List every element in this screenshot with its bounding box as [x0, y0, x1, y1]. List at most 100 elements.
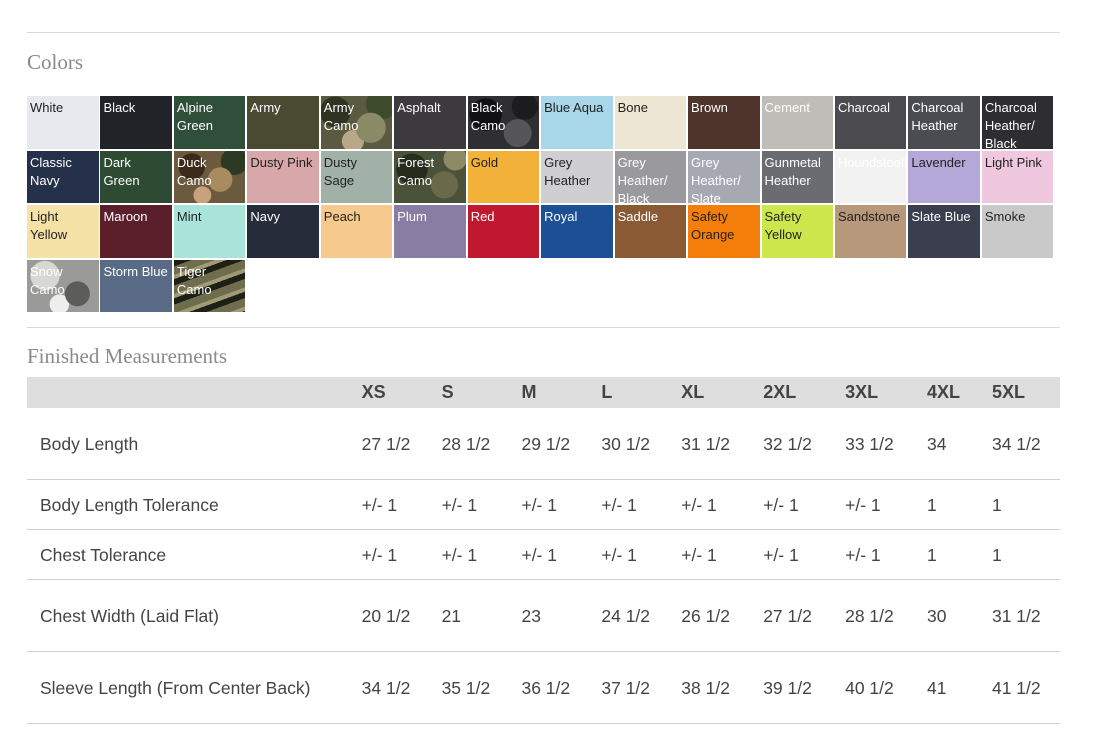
color-swatch-slate-blue[interactable]: Slate Blue — [908, 205, 980, 258]
swatch-label: Light Pink — [984, 154, 1042, 170]
color-swatch-safety-yellow[interactable]: Safety Yellow — [761, 205, 833, 258]
swatch-label: Charcoal — [837, 100, 890, 115]
size-header-5xl: 5XL — [991, 377, 1060, 408]
middle-divider — [27, 327, 1060, 328]
color-swatch-maroon[interactable]: Maroon — [100, 205, 172, 258]
color-swatch-army-camo[interactable]: Army Camo — [321, 96, 393, 149]
cell-value: 34 — [927, 408, 992, 480]
color-swatch-dusty-pink[interactable]: Dusty Pink — [247, 150, 319, 203]
color-swatch-charcoal-heather[interactable]: Charcoal Heather — [908, 96, 980, 149]
table-row: Sleeve Length (From Center Back) 34 1/2 … — [27, 651, 1060, 724]
measurements-heading: Finished Measurements — [27, 344, 228, 368]
swatch-label: Saddle — [617, 209, 659, 224]
row-label: Sleeve Length (From Center Back) — [27, 651, 362, 724]
color-swatch-bone[interactable]: Bone — [614, 96, 687, 149]
swatch-label: Sandstone — [837, 209, 901, 224]
color-swatch-grid: White Black Alpine Green Army Army Camo Aspha… — [27, 96, 1055, 313]
color-swatch-grey-heather[interactable]: Grey Heather — [541, 150, 613, 203]
swatch-label: Brown — [691, 100, 728, 115]
cell-value: 1 — [927, 529, 992, 580]
color-swatch-lavender[interactable]: Lavender — [908, 150, 980, 203]
color-swatch-charcoal-heather-black[interactable]: Charcoal Heather/ Black — [981, 96, 1054, 149]
color-swatch-forest-camo[interactable]: Forest Camo — [394, 151, 466, 203]
color-swatch-royal[interactable]: Royal — [541, 205, 613, 258]
color-swatch-gunmetal-heather[interactable]: Gunmetal Heather — [761, 150, 833, 203]
color-swatch-dark-green[interactable]: Dark Green — [100, 150, 172, 203]
swatch-label: Gold — [470, 154, 499, 170]
swatch-label: Duck Camo — [176, 154, 212, 188]
cell-value: +/- 1 — [361, 479, 442, 530]
color-swatch-tiger-camo[interactable]: Tiger Camo — [173, 259, 246, 312]
cell-value: +/- 1 — [361, 529, 442, 580]
color-swatch-red[interactable]: Red — [467, 205, 540, 258]
swatch-label: White — [30, 100, 64, 115]
color-swatch-plum[interactable]: Plum — [394, 205, 466, 258]
cell-value: 21 — [441, 579, 522, 652]
swatch-label: Army Camo — [323, 100, 359, 133]
color-swatch-blue-aqua[interactable]: Blue Aqua — [541, 96, 613, 149]
cell-value: 31 1/2 — [991, 579, 1060, 652]
cell-value: +/- 1 — [441, 529, 522, 580]
color-swatch-alpine-green[interactable]: Alpine Green — [173, 96, 246, 149]
color-swatch-peach[interactable]: Peach — [320, 205, 393, 258]
cell-value: 40 1/2 — [845, 651, 928, 724]
row-label: Body Length Tolerance — [27, 479, 362, 530]
color-swatch-army[interactable]: Army — [247, 96, 319, 149]
swatch-label: Charcoal Heather/ Black — [984, 100, 1037, 149]
cell-value: 38 1/2 — [681, 651, 764, 724]
measurements-table: XS S M L XL 2XL 3XL 4XL 5XL Body Length … — [27, 377, 1060, 724]
swatch-label: Blue Aqua — [544, 100, 604, 115]
cell-value: +/- 1 — [681, 479, 764, 530]
cell-value: +/- 1 — [521, 529, 602, 580]
color-swatch-safety-orange[interactable]: Safety Orange — [688, 205, 760, 258]
color-swatch-gold[interactable]: Gold — [467, 150, 540, 203]
cell-value: 39 1/2 — [763, 651, 846, 724]
color-swatch-sandstone[interactable]: Sandstone — [834, 205, 907, 258]
swatch-label: Storm Blue — [103, 263, 168, 279]
color-swatch-dusty-sage[interactable]: Dusty Sage — [320, 150, 393, 203]
color-swatch-mint[interactable]: Mint — [173, 205, 246, 258]
cell-value: +/- 1 — [521, 479, 602, 530]
size-header-2xl: 2XL — [763, 377, 846, 408]
size-header-3xl: 3XL — [845, 377, 928, 408]
color-swatch-duck-camo[interactable]: Duck Camo — [174, 151, 246, 203]
swatch-label: Plum — [397, 209, 427, 224]
color-swatch-grey-heather-black[interactable]: Grey Heather/ Black — [614, 150, 687, 203]
swatch-label: Light Yellow — [30, 209, 68, 242]
cell-value: 27 1/2 — [763, 579, 846, 652]
color-swatch-black-camo[interactable]: Black Camo — [468, 96, 540, 149]
swatch-label: Classic Navy — [30, 154, 72, 188]
size-header-s: S — [441, 377, 522, 408]
swatch-label: Maroon — [103, 209, 148, 224]
swatch-label: Lavender — [911, 154, 966, 170]
cell-value: 32 1/2 — [763, 408, 846, 480]
color-swatch-navy[interactable]: Navy — [247, 205, 319, 258]
color-swatch-asphalt[interactable]: Asphalt — [394, 96, 466, 149]
color-swatch-snow-camo[interactable]: Snow Camo — [27, 260, 99, 312]
color-swatch-smoke[interactable]: Smoke — [981, 205, 1054, 258]
swatch-label: Gunmetal Heather — [764, 154, 821, 188]
color-swatch-storm-blue[interactable]: Storm Blue — [100, 259, 172, 312]
color-swatch-cement[interactable]: Cement — [761, 96, 833, 149]
cell-value: +/- 1 — [763, 529, 846, 580]
cell-value: 26 1/2 — [681, 579, 764, 652]
color-swatch-black[interactable]: Black — [100, 96, 172, 149]
color-swatch-white[interactable]: White — [27, 96, 99, 149]
color-swatch-brown[interactable]: Brown — [688, 96, 760, 149]
color-swatch-light-yellow[interactable]: Light Yellow — [27, 205, 99, 258]
colors-heading: Colors — [27, 50, 84, 74]
color-swatch-charcoal[interactable]: Charcoal — [834, 96, 907, 149]
cell-value: +/- 1 — [601, 479, 682, 530]
color-swatch-light-pink[interactable]: Light Pink — [981, 150, 1054, 203]
color-swatch-grey-heather-slate[interactable]: Grey Heather/ Slate — [688, 150, 760, 203]
color-swatch-houndstooth[interactable]: Houndstooth — [834, 150, 907, 203]
cell-value: 28 1/2 — [441, 408, 522, 480]
swatch-label: Royal — [544, 209, 578, 224]
swatch-label: Safety Orange — [691, 209, 735, 242]
cell-value: 34 1/2 — [361, 651, 442, 724]
size-header-m: M — [521, 377, 602, 408]
color-swatch-saddle[interactable]: Saddle — [614, 205, 687, 258]
swatch-label: Dusty Sage — [323, 154, 358, 188]
cell-value: 36 1/2 — [521, 651, 602, 724]
color-swatch-classic-navy[interactable]: Classic Navy — [27, 150, 99, 203]
